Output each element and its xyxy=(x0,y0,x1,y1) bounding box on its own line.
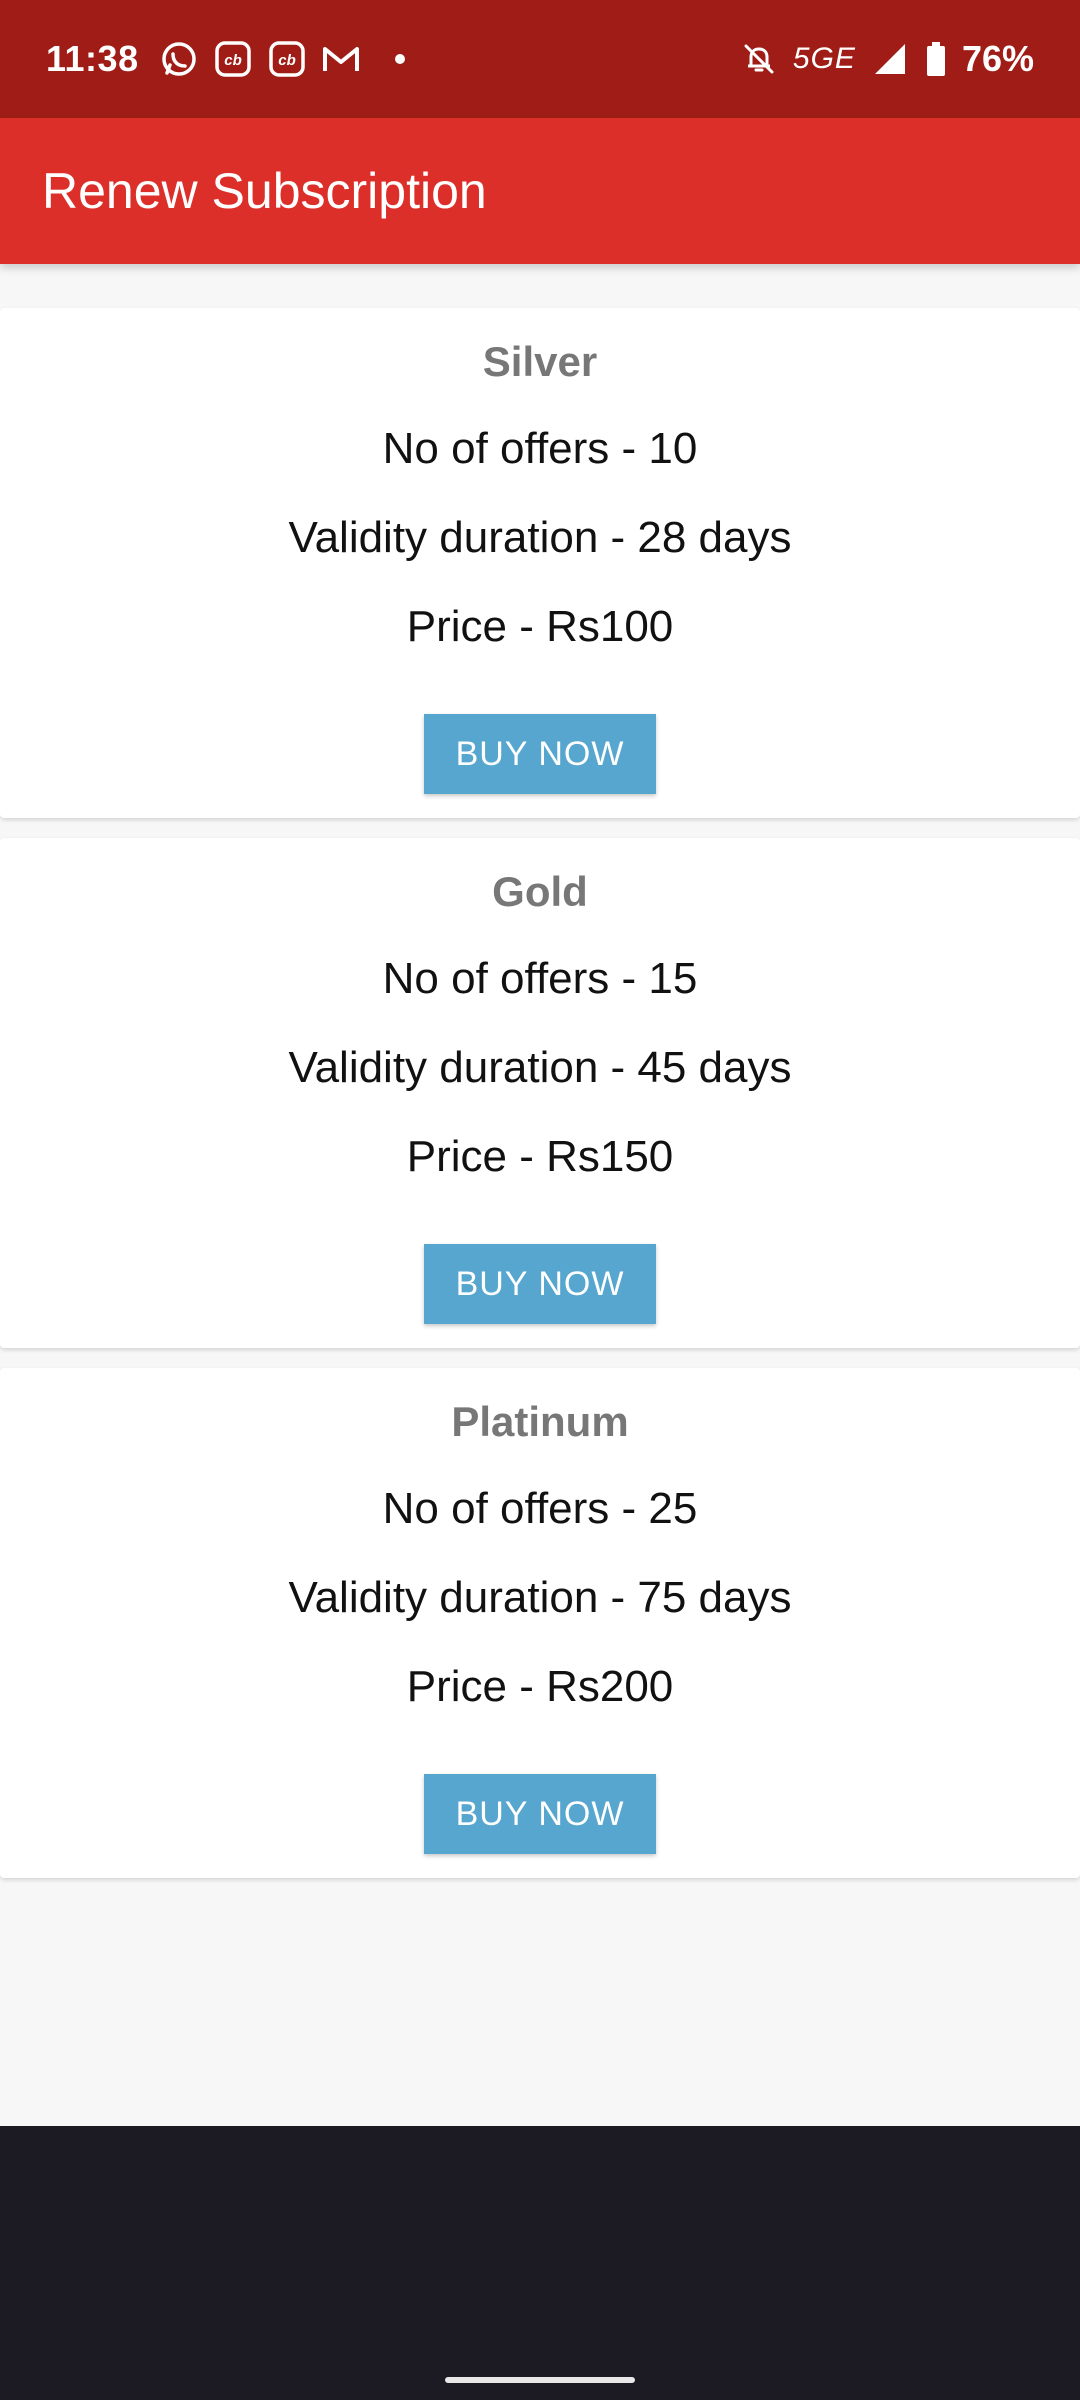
svg-text:cb: cb xyxy=(224,52,242,69)
battery-percent: 76% xyxy=(961,38,1034,79)
system-nav-bar xyxy=(0,2126,1080,2400)
status-right: 5GE 76% xyxy=(739,0,1034,118)
plan-name: Gold xyxy=(492,868,588,915)
plan-card-platinum: Platinum No of offers - 25 Validity dura… xyxy=(0,1368,1080,1878)
plan-offers: No of offers - 25 xyxy=(382,1484,698,1533)
plan-validity: Validity duration - 45 days xyxy=(288,1043,792,1092)
buy-now-button-gold[interactable]: BUY NOW xyxy=(424,1244,656,1324)
network-type: 5GE xyxy=(792,42,856,75)
mute-bell-icon xyxy=(739,39,779,79)
status-time: 11:38 xyxy=(46,38,139,79)
app-bar: Renew Subscription xyxy=(0,118,1080,264)
battery-icon xyxy=(924,39,948,79)
plan-validity: Validity duration - 28 days xyxy=(288,513,792,562)
buy-now-button-platinum[interactable]: BUY NOW xyxy=(424,1774,656,1854)
status-left: 11:38 cb cb xyxy=(46,0,405,118)
whatsapp-icon xyxy=(159,39,199,79)
status-bar: 11:38 cb cb 5GE 76% xyxy=(0,0,1080,118)
home-gesture-handle[interactable] xyxy=(445,2377,635,2383)
plan-price: Price - Rs200 xyxy=(406,1662,674,1711)
plan-name: Platinum xyxy=(451,1398,629,1445)
svg-text:cb: cb xyxy=(278,52,296,69)
cb-app-icon: cb xyxy=(267,39,307,79)
plan-price: Price - Rs100 xyxy=(406,602,674,651)
buy-now-button-silver[interactable]: BUY NOW xyxy=(424,714,656,794)
signal-icon xyxy=(870,39,910,79)
plan-offers: No of offers - 10 xyxy=(382,424,698,473)
plan-name: Silver xyxy=(482,338,598,385)
plan-card-silver: Silver No of offers - 10 Validity durati… xyxy=(0,308,1080,818)
cb-app-icon: cb xyxy=(213,39,253,79)
plan-validity: Validity duration - 75 days xyxy=(288,1573,792,1622)
page-title: Renew Subscription xyxy=(42,163,487,219)
plan-card-gold: Gold No of offers - 15 Validity duration… xyxy=(0,838,1080,1348)
plan-offers: No of offers - 15 xyxy=(382,954,698,1003)
plan-price: Price - Rs150 xyxy=(406,1132,674,1181)
notification-dot-icon xyxy=(394,54,405,64)
gmail-icon xyxy=(321,39,361,79)
